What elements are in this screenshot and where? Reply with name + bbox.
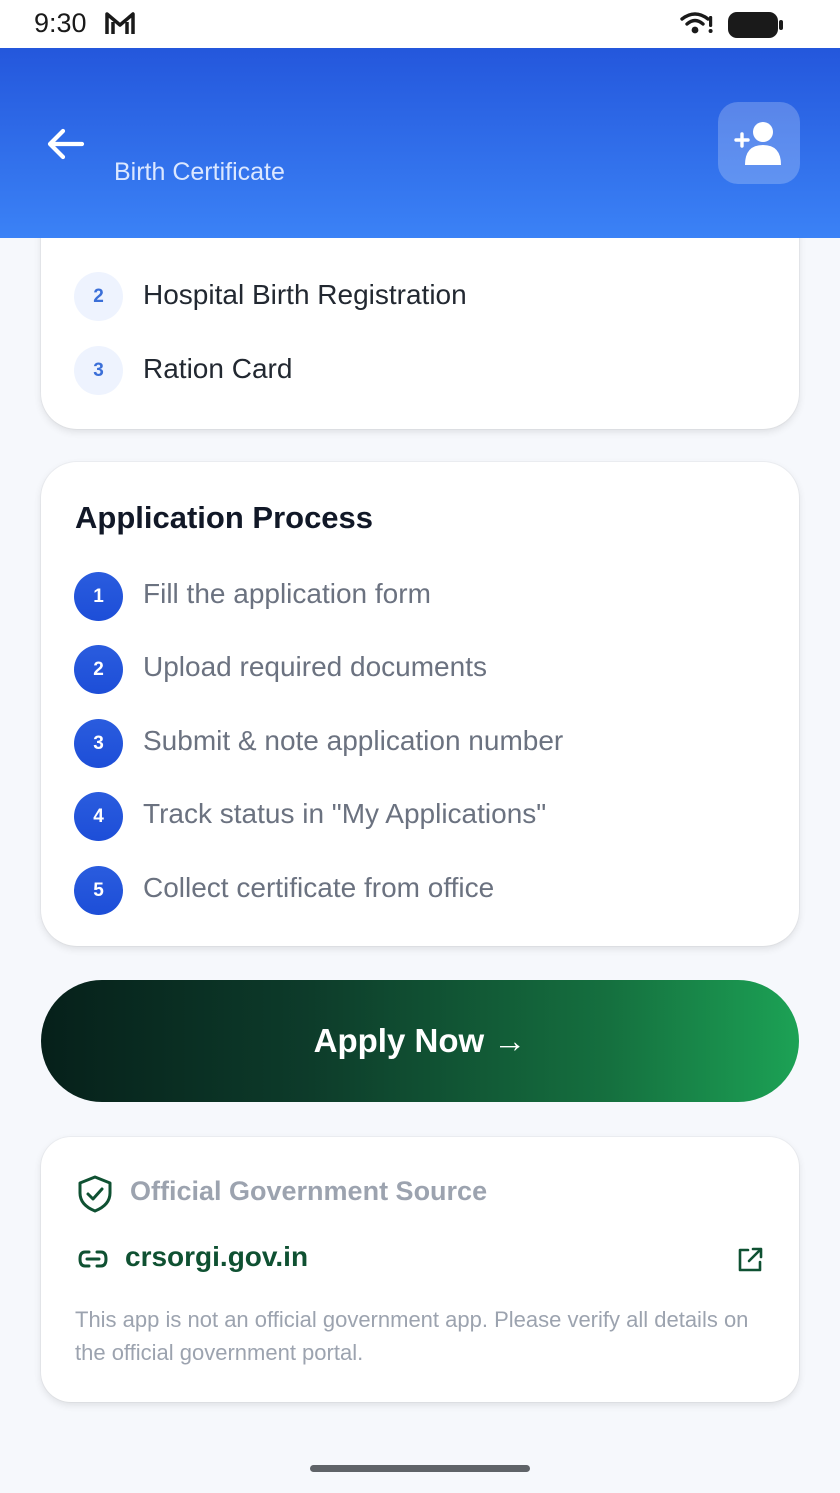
wifi-icon [680,10,714,41]
application-process-card: Application Process 1 Fill the applicati… [41,462,799,946]
back-button[interactable] [44,123,88,167]
disclaimer-text: This app is not an official government a… [75,1307,749,1365]
section-title: Application Process [75,500,374,535]
external-link-icon[interactable] [735,1245,765,1280]
step-text: Track status in "My Applications" [143,798,547,829]
step-number: 2 [74,645,123,694]
shield-check-icon [77,1175,113,1218]
add-profile-button[interactable] [718,102,800,184]
step-text: Fill the application form [143,578,431,609]
home-indicator[interactable] [310,1465,530,1472]
step-text: Submit & note application number [143,725,564,756]
step-number: 3 [74,719,123,768]
status-bar: 9:30 [0,0,840,48]
apply-now-button[interactable]: Apply Now → [41,980,799,1102]
step-number: 5 [74,866,123,915]
document-item: Hospital Birth Registration [143,279,467,310]
step-text: Upload required documents [143,651,487,682]
screen: 9:30 Birth Certificate 2 Hospital Birth … [0,0,840,1493]
page-title: Birth Certificate [114,158,285,186]
source-title: Official Government Source [130,1176,488,1206]
battery-icon [727,11,785,44]
app-header: Birth Certificate [0,48,840,238]
add-person-icon [734,122,781,165]
gmail-icon [104,10,136,41]
link-icon [77,1247,109,1276]
document-number: 2 [74,272,123,321]
official-source-card: Official Government Source crsorgi.gov.i… [41,1137,799,1402]
arrow-left-icon [47,128,85,160]
step-number: 1 [74,572,123,621]
step-number: 4 [74,792,123,841]
step-text: Collect certificate from office [143,872,495,903]
document-item: Ration Card [143,353,293,384]
document-number: 3 [74,346,123,395]
status-time: 9:30 [34,8,87,38]
source-link[interactable]: crsorgi.gov.in [125,1241,308,1273]
